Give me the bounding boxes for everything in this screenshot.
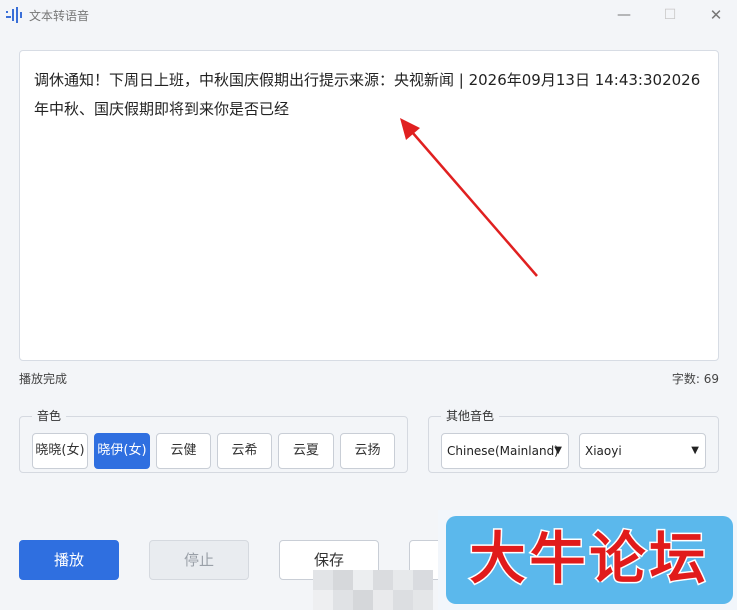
maximize-button[interactable]: ☐ (658, 4, 682, 26)
watermark-badge: 大牛论坛 (446, 516, 733, 604)
audio-wave-icon (6, 7, 22, 23)
watermark-banner: 大牛论坛 (438, 510, 737, 610)
watermark-text: 大牛论坛 (468, 526, 710, 594)
voice-button-xiaoxiao[interactable]: 晓晓(女) (32, 433, 88, 469)
voice-button-yunxi[interactable]: 云希 (217, 433, 272, 469)
close-button[interactable]: ✕ (704, 4, 728, 26)
voice-group-legend: 音色 (32, 408, 67, 424)
char-counter: 字数: 69 (671, 372, 719, 386)
language-select[interactable]: Chinese(Mainland) ▼ (441, 433, 569, 469)
voice-button-yunyang[interactable]: 云扬 (340, 433, 395, 469)
chevron-down-icon: ▼ (554, 445, 562, 456)
stop-button[interactable]: 停止 (149, 540, 249, 580)
voice-select[interactable]: Xiaoyi ▼ (579, 433, 706, 469)
voice-button-yunjian[interactable]: 云健 (156, 433, 211, 469)
language-select-value: Chinese(Mainland) (447, 444, 559, 458)
voice-button-xiaoyi[interactable]: 晓伊(女) (94, 433, 150, 469)
play-button[interactable]: 播放 (19, 540, 119, 580)
minimize-button[interactable]: — (612, 4, 636, 26)
voice-select-value: Xiaoyi (585, 444, 622, 458)
mosaic-blur (313, 566, 433, 610)
text-input-area[interactable]: 调休通知！下周日上班，中秋国庆假期出行提示来源：央视新闻 | 2026年09月1… (19, 50, 719, 361)
other-voice-group-legend: 其他音色 (441, 408, 500, 424)
window-title: 文本转语音 (29, 9, 90, 23)
voice-button-yunxia[interactable]: 云夏 (278, 433, 334, 469)
chevron-down-icon: ▼ (691, 445, 699, 456)
title-bar: 文本转语音 — ☐ ✕ (0, 0, 737, 30)
status-text: 播放完成 (19, 372, 68, 386)
